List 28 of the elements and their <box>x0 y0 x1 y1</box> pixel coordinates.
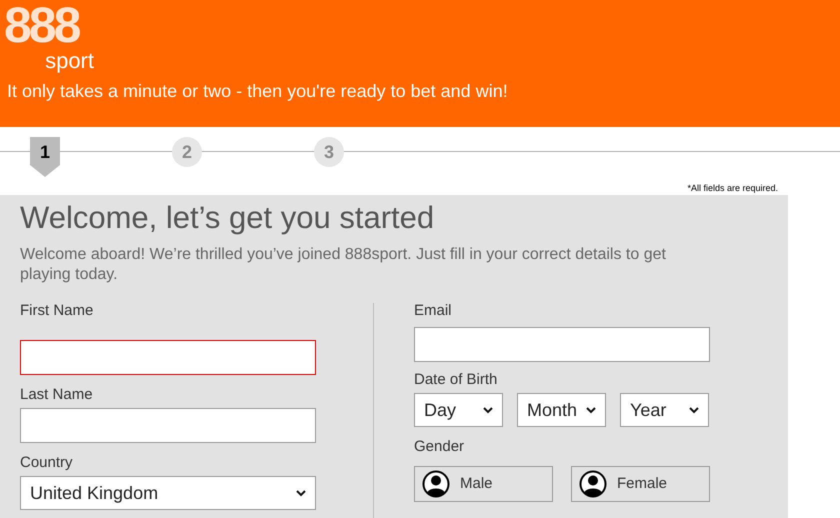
text-field[interactable] <box>20 340 316 375</box>
chevron-down-icon <box>483 406 493 414</box>
text-field[interactable] <box>414 327 710 362</box>
logo-word: sport <box>45 50 94 72</box>
text-field[interactable] <box>20 408 316 443</box>
gender-option[interactable]: Male <box>414 466 553 502</box>
field-label: Country <box>20 455 74 470</box>
form-title: Welcome, let’s get you started <box>20 199 436 237</box>
country-dropdown[interactable]: United Kingdom <box>20 476 316 510</box>
field-label: Last Name <box>20 387 94 402</box>
field-label: Date of Birth <box>414 372 498 387</box>
chevron-down-icon <box>296 490 306 496</box>
step-marker[interactable]: 1 <box>30 137 60 177</box>
person-icon <box>422 470 450 498</box>
field-label: First Name <box>20 303 94 318</box>
chevron-down-icon <box>586 406 596 414</box>
person-icon <box>579 470 607 498</box>
field-label: Email <box>414 303 453 318</box>
dropdown[interactable]: Year <box>620 393 709 427</box>
dropdown[interactable]: Month <box>517 393 606 427</box>
gender-option[interactable]: Female <box>571 466 710 502</box>
intro-text: Welcome aboard! We’re thrilled you’ve joined 888sport. Just fill in your correct details to get playing today. <box>20 245 667 285</box>
field-label: Gender <box>414 439 466 454</box>
required-note: *All fields are required. <box>687 182 778 195</box>
tagline: It only takes a minute or two - then you're ready to bet and win! <box>7 80 509 103</box>
chevron-down-icon <box>689 406 699 414</box>
dropdown[interactable]: Day <box>414 393 503 427</box>
logo-digits: 888 <box>4 0 78 50</box>
